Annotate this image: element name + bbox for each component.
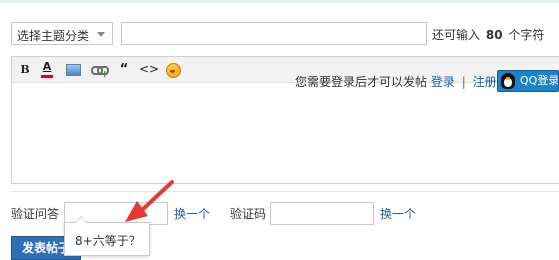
link-icon-plus: +	[100, 69, 109, 80]
smiley-icon[interactable]	[164, 61, 182, 78]
char-limit-count: 80	[485, 28, 503, 42]
captcha-label: 验证码	[230, 207, 267, 221]
popup-question-text: 8+六等于？	[75, 234, 141, 248]
link-icon[interactable]: +	[90, 61, 109, 80]
font-color-bar	[41, 75, 53, 78]
char-limit-text: 还可输入 80 个字符	[432, 26, 544, 43]
bold-icon[interactable]: B	[16, 61, 34, 78]
quote-icon[interactable]: “	[115, 61, 133, 78]
char-limit-prefix: 还可输入	[432, 28, 481, 42]
image-icon-picture	[66, 64, 81, 76]
subject-input[interactable]	[121, 22, 427, 45]
login-prompt-text: 您需要登录后才可以发帖	[295, 75, 428, 89]
register-link[interactable]: 注册	[473, 75, 497, 89]
font-color-icon[interactable]: A	[38, 61, 56, 78]
captcha-input[interactable]	[270, 202, 374, 225]
qq-penguin-beak	[506, 77, 510, 80]
top-border	[0, 0, 559, 3]
font-color-letter: A	[42, 60, 52, 73]
qq-login-button[interactable]: QQ登录	[497, 70, 559, 92]
login-separator: |	[461, 75, 466, 89]
popup-caret	[76, 217, 86, 223]
category-select-label: 选择主题分类	[17, 29, 90, 43]
verify-question-label: 验证问答	[11, 207, 60, 221]
code-icon[interactable]: <>	[139, 61, 159, 78]
change-question-link[interactable]: 换一个	[174, 205, 210, 222]
chevron-down-icon	[97, 32, 105, 37]
login-prompt: 您需要登录后才可以发帖 登录 | 注册	[295, 73, 497, 90]
char-limit-suffix: 个字符	[508, 28, 545, 42]
login-link[interactable]: 登录	[431, 75, 455, 89]
change-captcha-link[interactable]: 换一个	[380, 205, 416, 222]
image-icon[interactable]	[64, 61, 82, 78]
question-popup: 8+六等于？	[64, 216, 150, 256]
qq-login-label: QQ登录	[520, 74, 559, 87]
divider	[11, 191, 559, 192]
category-select[interactable]: 选择主题分类	[11, 22, 113, 45]
